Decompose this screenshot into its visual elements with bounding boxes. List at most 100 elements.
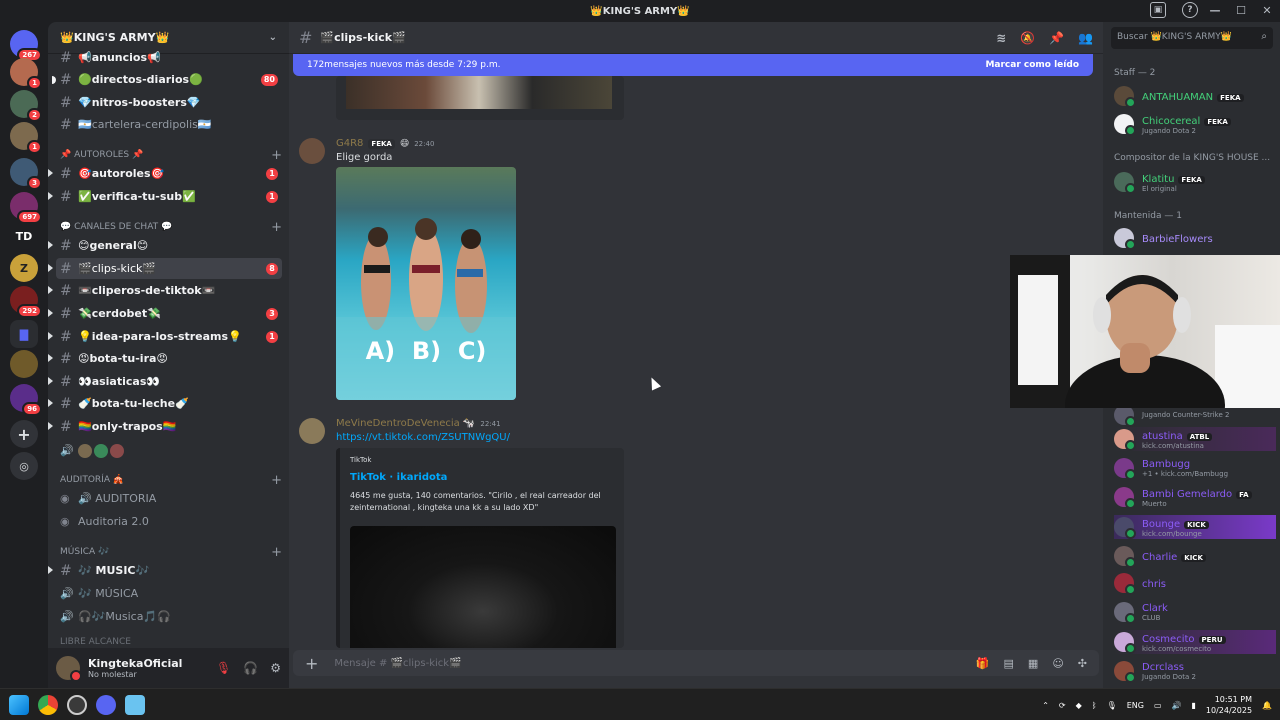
- embed-video-thumbnail[interactable]: [350, 526, 616, 648]
- member-item[interactable]: Bambi Gemelardo FA Muerto: [1114, 485, 1276, 509]
- add-channel-icon[interactable]: +: [271, 473, 282, 488]
- message-link[interactable]: https://vt.tiktok.com/ZSUTNWgQU/: [336, 432, 510, 443]
- minimize-button[interactable]: —: [1202, 0, 1228, 22]
- server-icon[interactable]: [10, 350, 38, 378]
- server-icon[interactable]: 1: [10, 122, 42, 154]
- category-musica[interactable]: MÚSICA 🎶 +: [60, 544, 282, 560]
- channel-directos-diarios[interactable]: # 🟢directos-diarios🟢 80: [52, 69, 282, 90]
- language-indicator[interactable]: ENG: [1127, 701, 1144, 710]
- mic-icon[interactable]: 🎙: [1107, 701, 1117, 710]
- inbox-icon[interactable]: ▣: [1150, 2, 1166, 18]
- apps-icon[interactable]: ✣: [1078, 657, 1087, 670]
- channel-only-trapos[interactable]: # 🏳️‍🌈only-trapos🏳️‍🌈: [48, 416, 282, 437]
- stage-channel-auditoria-2[interactable]: ◉ Auditoria 2.0: [56, 511, 282, 532]
- maximize-button[interactable]: ☐: [1228, 0, 1254, 22]
- message-author[interactable]: MeVineDentroDeVenecia 🐄: [336, 418, 475, 429]
- channel-cartelera[interactable]: # 🇦🇷cartelera-cerdipolis🇦🇷: [56, 114, 282, 135]
- member-item[interactable]: Clark CLUB: [1114, 600, 1276, 624]
- member-item[interactable]: BarbieFlowers: [1114, 226, 1276, 250]
- mark-as-read-button[interactable]: Marcar como leído: [985, 60, 1079, 70]
- avatar[interactable]: [299, 418, 325, 444]
- channel-autoroles[interactable]: # 🎯autoroles🎯 1: [48, 163, 282, 184]
- embed-title[interactable]: TikTok · ikaridota: [350, 472, 447, 483]
- new-messages-bar[interactable]: 172mensajes nuevos más desde 7:29 p.m. M…: [293, 54, 1093, 76]
- member-item[interactable]: Bambugg +1 • kick.com/Bambugg: [1114, 456, 1276, 480]
- previous-image[interactable]: [346, 76, 612, 109]
- message-composer[interactable]: + Mensaje # 🎬clips-kick🎬 🎁 ▤ ▦ ☺ ✣: [293, 650, 1099, 676]
- mic-muted-icon[interactable]: 🎙: [216, 661, 231, 675]
- member-item[interactable]: Charlie KICK: [1114, 544, 1276, 568]
- server-icon-td[interactable]: TD: [10, 222, 38, 250]
- sync-icon[interactable]: ⟳: [1059, 701, 1066, 710]
- server-icon[interactable]: 1: [10, 58, 42, 90]
- member-item[interactable]: Klatitu FEKA El original: [1114, 170, 1276, 194]
- server-icon[interactable]: 96: [10, 384, 42, 416]
- app-icon[interactable]: [67, 694, 87, 715]
- voice-channel-musica[interactable]: 🔊 🎶 MÚSICA: [56, 583, 282, 604]
- headphones-muted-icon[interactable]: 🎧: [243, 661, 258, 675]
- server-icon[interactable]: 267: [10, 30, 42, 62]
- discord-icon[interactable]: [96, 694, 116, 715]
- bluetooth-icon[interactable]: ᛒ: [1092, 701, 1097, 710]
- channel-cerdobet[interactable]: # 💸cerdobet💸 3: [48, 303, 282, 324]
- member-item[interactable]: Bounge KICK kick.com/bounge: [1114, 515, 1276, 539]
- windows-start-icon[interactable]: [9, 694, 29, 715]
- add-channel-icon[interactable]: +: [271, 148, 282, 163]
- channel-music[interactable]: # 🎶 MUSIC🎶: [48, 560, 282, 581]
- channel-cliperos-de-tiktok[interactable]: # 📼cliperos-de-tiktok📼: [48, 280, 282, 301]
- add-channel-icon[interactable]: +: [271, 220, 282, 235]
- chrome-icon[interactable]: [38, 694, 58, 715]
- member-item[interactable]: atustina ATBL kick.com/atustina: [1114, 427, 1276, 451]
- gift-icon[interactable]: 🎁: [976, 657, 990, 670]
- channel-asiaticas[interactable]: # 👀asiaticas👀: [48, 371, 282, 392]
- avatar[interactable]: [56, 656, 82, 682]
- channel-anuncios[interactable]: # 📢anuncios📢: [56, 47, 282, 68]
- voice-channel-musica-2[interactable]: 🔊 🎧🎶Musica🎵🎧: [56, 606, 282, 627]
- server-icon[interactable]: 292: [10, 286, 42, 318]
- message-image[interactable]: A) B) C): [336, 167, 516, 400]
- channel-bota-tu-ira[interactable]: # 😡bota-tu-ira😡: [48, 348, 282, 369]
- notification-icon[interactable]: 🔔: [1262, 701, 1272, 710]
- channel-verifica-tu-sub[interactable]: # ✅verifica-tu-sub✅ 1: [48, 186, 282, 207]
- search-input[interactable]: Buscar 👑KING'S ARMY👑 ⌕: [1111, 27, 1273, 49]
- server-icon-z[interactable]: Z: [10, 254, 38, 282]
- channel-clips-kick[interactable]: # 🎬clips-kick🎬 8: [48, 258, 282, 279]
- member-item[interactable]: ANTAHUAMAN FEKA: [1114, 84, 1276, 108]
- avatar[interactable]: [299, 138, 325, 164]
- add-server-icon[interactable]: +: [10, 420, 38, 448]
- member-item[interactable]: chris: [1114, 571, 1276, 595]
- attach-plus-icon[interactable]: +: [305, 654, 318, 673]
- gear-icon[interactable]: ⚙: [270, 661, 281, 675]
- folder-icon[interactable]: ▇: [10, 320, 38, 348]
- category-auditoria[interactable]: AUDITORÍA 🎪 +: [60, 472, 282, 488]
- volume-icon[interactable]: 🔊: [1172, 701, 1182, 710]
- notifications-icon[interactable]: 🔕: [1020, 31, 1035, 45]
- network-icon[interactable]: ▭: [1154, 701, 1162, 710]
- category-autoroles[interactable]: 📌 AUTOROLES 📌 +: [60, 147, 282, 163]
- close-button[interactable]: ✕: [1254, 0, 1280, 22]
- member-item[interactable]: Cosmecito PERU kick.com/cosmecito: [1114, 630, 1276, 654]
- gif-icon[interactable]: ▤: [1004, 657, 1014, 670]
- channel-bota-tu-leche[interactable]: # 🍼bota-tu-leche🍼: [48, 393, 282, 414]
- members-icon[interactable]: 👥: [1078, 31, 1093, 45]
- chevron-up-icon[interactable]: ⌃: [1042, 701, 1049, 710]
- battery-icon[interactable]: ▮: [1192, 701, 1196, 710]
- voice-channel-participants[interactable]: 🔊: [56, 440, 282, 461]
- member-item[interactable]: Chicocereal FEKA Jugando Dota 2: [1114, 112, 1276, 136]
- threads-icon[interactable]: ≋: [996, 31, 1006, 45]
- channel-nitros-boosters[interactable]: # 💎nitros-boosters💎: [56, 92, 282, 113]
- server-icon[interactable]: 2: [10, 90, 42, 122]
- server-icon[interactable]: 697: [10, 192, 42, 224]
- channel-idea-para-los-streams[interactable]: # 💡idea-para-los-streams💡 1: [48, 326, 282, 347]
- member-item[interactable]: Dcrclass Jugando Dota 2: [1114, 659, 1276, 683]
- discover-icon[interactable]: ◎: [10, 452, 38, 480]
- stage-channel-auditoria[interactable]: ◉ 🔊 AUDITORIA: [56, 488, 282, 509]
- server-icon[interactable]: 3: [10, 158, 42, 190]
- sticker-icon[interactable]: ▦: [1028, 657, 1038, 670]
- message-author[interactable]: G4R8: [336, 138, 363, 149]
- add-channel-icon[interactable]: +: [271, 545, 282, 560]
- emoji-icon[interactable]: ☺: [1052, 657, 1063, 670]
- app-tray-icon[interactable]: ◆: [1076, 701, 1082, 710]
- notepad-icon[interactable]: [125, 694, 145, 715]
- help-icon[interactable]: ?: [1182, 2, 1198, 18]
